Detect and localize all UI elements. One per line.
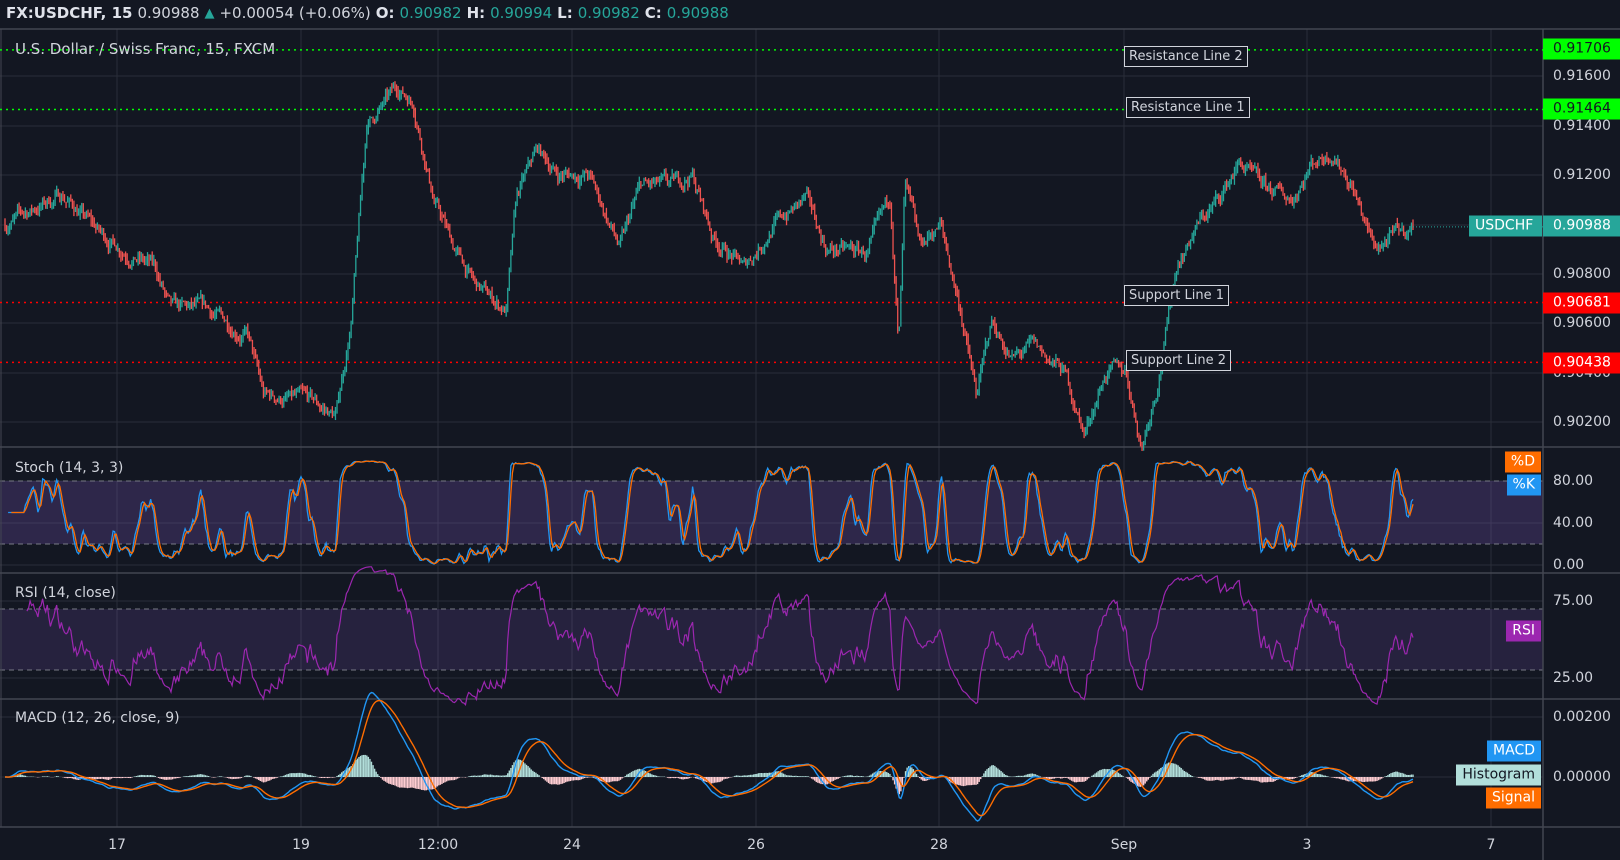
time-axis-label: 28 [930, 837, 948, 853]
high-label: H: [466, 4, 486, 22]
open-label: O: [375, 4, 395, 22]
symbol-name[interactable]: FX:USDCHF, 15 [6, 4, 132, 22]
chart-canvas[interactable] [0, 0, 1620, 860]
time-axis-label: 12:00 [417, 837, 459, 853]
time-axis-label: 17 [108, 837, 126, 853]
macd-axis-label: 0.00000 [1553, 769, 1611, 785]
time-axis-label: 3 [1302, 837, 1312, 853]
rsi-axis-label: 25.00 [1553, 670, 1594, 686]
time-axis-label: 24 [563, 837, 581, 853]
price-axis-label: 0.90200 [1553, 414, 1611, 430]
stoch-axis-label: 40.00 [1553, 515, 1594, 531]
current-price-tag: 0.90988 [1543, 215, 1620, 237]
last-price: 0.90988 [137, 4, 200, 22]
stoch-axis-label: 0.00 [1553, 557, 1585, 573]
time-axis-label: 7 [1486, 837, 1496, 853]
resistance-line-2-label[interactable]: Resistance Line 2 [1124, 46, 1248, 67]
close-label: C: [644, 4, 662, 22]
price-axis-label: 0.91600 [1553, 68, 1611, 84]
low-label: L: [557, 4, 573, 22]
macd-axis-label: 0.00200 [1553, 709, 1611, 725]
current-symbol-tag: USDCHF [1469, 215, 1542, 237]
support-2-price-tag: 0.90438 [1543, 352, 1620, 374]
price-axis-label: 0.90600 [1553, 315, 1611, 331]
support-line-1-label[interactable]: Support Line 1 [1124, 285, 1230, 306]
support-1-price-tag: 0.90681 [1543, 292, 1620, 314]
histogram-legend: Histogram [1456, 764, 1541, 786]
rsi-axis-label: 75.00 [1553, 593, 1594, 609]
signal-legend: Signal [1485, 787, 1541, 809]
symbol-header: FX:USDCHF, 15 0.90988 ▲ +0.00054 (+0.06%… [6, 3, 729, 23]
price-axis-label: 0.90800 [1553, 266, 1611, 282]
time-axis-label: Sep [1110, 837, 1138, 853]
stoch-d-legend: %D [1504, 451, 1541, 473]
rsi-legend: RSI [1506, 620, 1541, 642]
stoch-k-legend: %K [1506, 474, 1541, 496]
close-value: 0.90988 [666, 4, 729, 22]
price-change: +0.00054 (+0.06%) [219, 4, 371, 22]
macd-line [4, 691, 1414, 822]
triangle-up-icon: ▲ [204, 5, 215, 21]
price-axis-label: 0.91400 [1553, 118, 1611, 134]
time-axis-label: 26 [747, 837, 765, 853]
main-pane-title: U.S. Dollar / Swiss Franc, 15, FXCM [15, 40, 276, 58]
high-value: 0.90994 [490, 4, 553, 22]
macd-pane-title[interactable]: MACD (12, 26, close, 9) [15, 710, 180, 726]
rsi-pane-title[interactable]: RSI (14, close) [15, 585, 116, 601]
low-value: 0.90982 [577, 4, 640, 22]
open-value: 0.90982 [399, 4, 462, 22]
resistance-line-1-label[interactable]: Resistance Line 1 [1126, 97, 1250, 118]
signal-line [5, 699, 1414, 817]
stoch-axis-label: 80.00 [1553, 473, 1594, 489]
stoch-band [0, 481, 1543, 544]
resistance-1-price-tag: 0.91464 [1543, 98, 1620, 120]
price-axis-label: 0.91200 [1553, 167, 1611, 183]
macd-legend: MACD [1487, 740, 1541, 762]
support-line-2-label[interactable]: Support Line 2 [1126, 350, 1232, 371]
resistance-2-price-tag: 0.91706 [1543, 38, 1620, 60]
time-axis-label: 19 [292, 837, 310, 853]
stoch-pane-title[interactable]: Stoch (14, 3, 3) [15, 460, 123, 476]
